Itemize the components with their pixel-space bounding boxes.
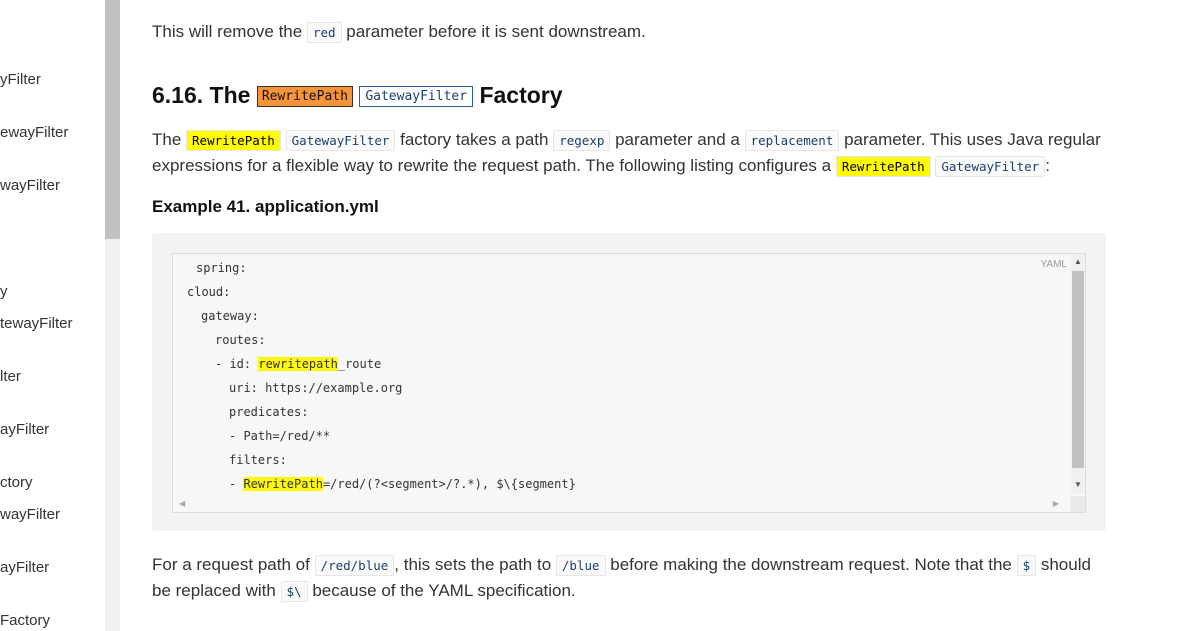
toc-item[interactable]: y <box>0 283 8 300</box>
toc-item[interactable]: ewayFilter <box>0 124 68 141</box>
code-vertical-scrollbar[interactable]: ▲ ▼ <box>1071 254 1085 494</box>
code-horizontal-scrollbar[interactable]: ◀ ▶ <box>173 496 1071 512</box>
toc-item[interactable]: tewayFilter <box>0 315 73 332</box>
code-listing-block: YAML spring: cloud: gateway: routes: - i… <box>152 233 1106 531</box>
code-line: uri: https://example.org <box>229 381 403 395</box>
inline-code-highlight: RewritePath <box>186 130 281 151</box>
code-line: - RewritePath=/red/(?<segment>/?.*), $\{… <box>229 477 576 491</box>
code-line: filters: <box>229 453 287 467</box>
toc-item[interactable]: ayFilter <box>0 559 49 576</box>
code-content[interactable]: spring: cloud: gateway: routes: - id: re… <box>173 256 576 491</box>
scroll-down-arrow-icon[interactable]: ▼ <box>1071 478 1085 492</box>
scroll-up-arrow-icon[interactable]: ▲ <box>1071 255 1085 269</box>
footer-paragraph: For a request path of /red/blue, this se… <box>152 555 1091 602</box>
inline-code: replacement <box>744 130 840 151</box>
toc-sidebar: yFilter ewayFilter wayFilter y tewayFilt… <box>0 0 105 631</box>
section-heading: 6.16. The RewritePath GatewayFilter Fact… <box>152 82 563 108</box>
scrollbar-corner <box>1071 496 1085 512</box>
toc-item[interactable]: yFilter <box>0 71 41 88</box>
inline-code: /blue <box>555 555 606 576</box>
code-line: - Path=/red/** <box>229 429 331 443</box>
example-title: Example 41. application.yml <box>152 197 379 216</box>
intro-paragraph: This will remove the red parameter befor… <box>152 22 646 43</box>
code-box[interactable]: YAML spring: cloud: gateway: routes: - i… <box>172 253 1086 513</box>
inline-code: regexp <box>553 130 611 151</box>
inline-code: GatewayFilter <box>935 156 1046 177</box>
description-paragraph: The RewritePath GatewayFilter factory ta… <box>152 130 1101 177</box>
highlighted-token: RewritePath <box>243 477 323 491</box>
toc-item[interactable]: wayFilter <box>0 177 60 194</box>
code-scrollbar-thumb[interactable] <box>1072 271 1084 468</box>
highlighted-token: rewritepath <box>258 357 338 371</box>
toc-item[interactable]: ctory <box>0 474 33 491</box>
code-line: predicates: <box>229 405 309 419</box>
inline-code: $\ <box>280 581 308 602</box>
code-language-label: YAML <box>1040 259 1068 270</box>
code-line: cloud: <box>187 285 231 299</box>
code-line: spring: <box>196 261 247 275</box>
inline-code: GatewayFilter <box>285 130 396 151</box>
heading-code-gatewayfilter: GatewayFilter <box>359 86 474 107</box>
scroll-left-arrow-icon[interactable]: ◀ <box>179 496 185 512</box>
inline-code: red <box>306 22 342 43</box>
code-line: - id: rewritepath_route <box>215 357 382 371</box>
toc-item[interactable]: wayFilter <box>0 506 60 523</box>
inline-code: /red/blue <box>314 555 395 576</box>
sidebar-scrollbar-thumb[interactable] <box>105 0 120 239</box>
code-line: gateway: <box>201 309 259 323</box>
toc-item[interactable]: Factory <box>0 612 50 629</box>
inline-code-highlight: RewritePath <box>835 156 931 177</box>
toc-item[interactable]: lter <box>0 368 21 385</box>
heading-code-rewritepath: RewritePath <box>256 86 353 107</box>
code-line: routes: <box>215 333 266 347</box>
toc-item[interactable]: ayFilter <box>0 421 49 438</box>
inline-code: $ <box>1016 555 1037 576</box>
scroll-right-arrow-icon[interactable]: ▶ <box>1053 496 1059 512</box>
